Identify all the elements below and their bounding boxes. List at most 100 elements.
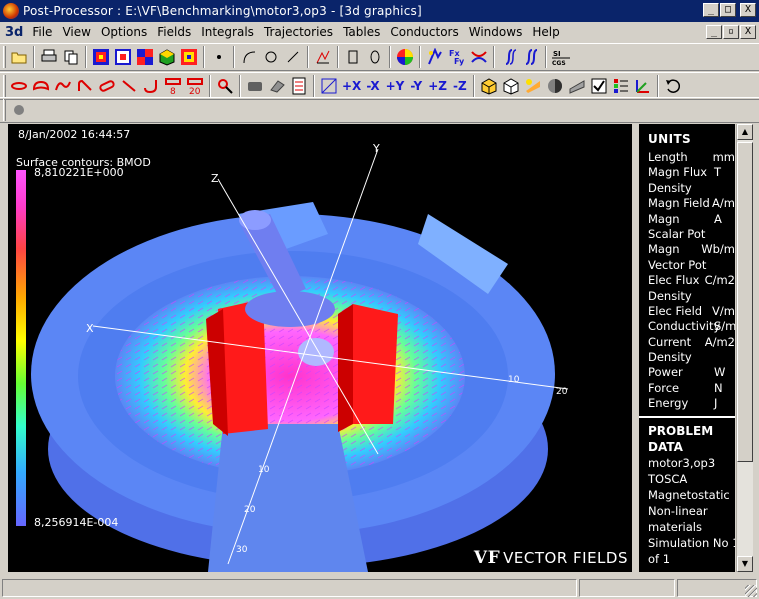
restore-button[interactable]: □ bbox=[720, 3, 736, 17]
view3d-icon[interactable] bbox=[318, 75, 340, 97]
check-icon[interactable] bbox=[588, 75, 610, 97]
unit-value: N bbox=[714, 380, 723, 395]
unit-row: Energy J bbox=[639, 396, 735, 411]
light-icon[interactable] bbox=[522, 75, 544, 97]
scroll-up-button[interactable]: ▲ bbox=[737, 124, 753, 140]
flux-icon[interactable]: Fx Fy bbox=[446, 46, 468, 68]
view-minus-y-button[interactable]: -Y bbox=[407, 75, 425, 97]
view-plus-y-button[interactable]: +Y bbox=[383, 75, 408, 97]
colors-icon[interactable] bbox=[134, 46, 156, 68]
line-red-icon[interactable] bbox=[118, 75, 140, 97]
rotate-icon[interactable] bbox=[662, 75, 684, 97]
mdi-close-button[interactable]: X bbox=[740, 25, 756, 39]
circle-icon[interactable] bbox=[260, 46, 282, 68]
unit-name: Magn bbox=[648, 211, 680, 226]
coil20-icon[interactable]: 20 bbox=[184, 75, 206, 97]
toolbar-grip[interactable] bbox=[3, 46, 6, 68]
graph-icon[interactable] bbox=[312, 46, 334, 68]
palette-icon[interactable] bbox=[178, 46, 200, 68]
resize-grip[interactable] bbox=[745, 585, 757, 597]
coil8-icon[interactable]: 8 bbox=[162, 75, 184, 97]
title-bar: Post-Processor : E:\VF\Benchmarking\moto… bbox=[0, 0, 759, 22]
unit-value: W bbox=[714, 365, 726, 380]
scroll-thumb[interactable] bbox=[737, 142, 753, 462]
toolbar-geometry: 8 20 +X -X +Y -Y +Z -Z bbox=[0, 72, 759, 100]
point-icon[interactable] bbox=[208, 46, 230, 68]
graphics-viewport[interactable]: X Y Z 10 20 30 10 20 8/Jan/2002 16:44:57… bbox=[8, 124, 632, 572]
toolbar-main: Fx Fy SI CGS bbox=[0, 43, 759, 71]
iso-cube-icon[interactable] bbox=[478, 75, 500, 97]
unit-row: Density bbox=[639, 289, 735, 304]
bar-icon[interactable] bbox=[96, 75, 118, 97]
view-minus-x-button[interactable]: -X bbox=[363, 75, 382, 97]
scroll-down-button[interactable]: ▼ bbox=[737, 556, 753, 572]
open-icon[interactable] bbox=[8, 46, 30, 68]
axes-icon[interactable] bbox=[632, 75, 654, 97]
view-plus-x-button[interactable]: +X bbox=[340, 75, 363, 97]
hatch-icon[interactable] bbox=[566, 75, 588, 97]
mdi-minimize-button[interactable]: _ bbox=[706, 25, 722, 39]
toolbar-grip[interactable] bbox=[3, 75, 6, 97]
record-icon[interactable] bbox=[8, 99, 30, 121]
line-icon[interactable] bbox=[282, 46, 304, 68]
motor-model[interactable]: X Y Z 10 20 30 10 20 bbox=[8, 124, 632, 572]
mesh-icon[interactable] bbox=[112, 46, 134, 68]
legend-icon[interactable] bbox=[610, 75, 632, 97]
loop-icon[interactable] bbox=[30, 75, 52, 97]
problem-line: materials bbox=[648, 519, 702, 534]
copy-icon[interactable] bbox=[60, 46, 82, 68]
pick-icon[interactable] bbox=[214, 75, 236, 97]
bend-icon[interactable] bbox=[74, 75, 96, 97]
minimize-button[interactable]: _ bbox=[703, 3, 719, 17]
menu-view[interactable]: View bbox=[57, 25, 95, 39]
hook-icon[interactable] bbox=[140, 75, 162, 97]
unit-name: Density bbox=[648, 350, 692, 365]
double-integral-icon[interactable] bbox=[520, 46, 542, 68]
unit-name: Scalar Pot bbox=[648, 226, 706, 241]
menu-windows[interactable]: Windows bbox=[464, 25, 528, 39]
menu-tables[interactable]: Tables bbox=[338, 25, 385, 39]
unit-name: Density bbox=[648, 180, 692, 195]
curve-icon[interactable] bbox=[52, 75, 74, 97]
list-icon[interactable] bbox=[288, 75, 310, 97]
unit-name: Elec Flux bbox=[648, 273, 700, 288]
menu-help[interactable]: Help bbox=[527, 25, 564, 39]
menu-trajectories[interactable]: Trajectories bbox=[259, 25, 338, 39]
axis-tick-label: 30 bbox=[236, 545, 248, 555]
close-button[interactable]: X bbox=[740, 3, 756, 17]
units-list: Length mm Magn Flux T Density Magn Field A/m Ma… bbox=[639, 150, 735, 412]
contour-icon[interactable] bbox=[90, 46, 112, 68]
mdi-restore-button[interactable]: ▫ bbox=[723, 25, 739, 39]
rectangle-icon[interactable] bbox=[342, 46, 364, 68]
axis-label-z: Z bbox=[211, 172, 219, 185]
mdi-controls: _ ▫ X bbox=[706, 25, 756, 39]
menu-conductors[interactable]: Conductors bbox=[385, 25, 463, 39]
menu-fields[interactable]: Fields bbox=[152, 25, 196, 39]
shaft-top bbox=[239, 210, 271, 230]
shading-icon[interactable] bbox=[544, 75, 566, 97]
panel-divider bbox=[639, 415, 735, 418]
info-panel-scrollbar[interactable]: ▲ ▼ bbox=[736, 124, 753, 572]
units-icon[interactable]: SI CGS bbox=[550, 46, 572, 68]
print-icon[interactable] bbox=[38, 46, 60, 68]
toolbar-grip[interactable] bbox=[3, 99, 6, 121]
view-plus-z-button[interactable]: +Z bbox=[425, 75, 450, 97]
unit-value: J bbox=[714, 396, 718, 411]
menu-integrals[interactable]: Integrals bbox=[196, 25, 259, 39]
link-icon[interactable] bbox=[468, 46, 490, 68]
field-icon[interactable] bbox=[424, 46, 446, 68]
app-icon[interactable] bbox=[3, 3, 19, 19]
eraser-icon[interactable] bbox=[266, 75, 288, 97]
box-icon[interactable] bbox=[244, 75, 266, 97]
ellipse-icon[interactable] bbox=[364, 46, 386, 68]
ellipse-red-icon[interactable] bbox=[8, 75, 30, 97]
cube-icon[interactable] bbox=[156, 46, 178, 68]
wire-cube-icon[interactable] bbox=[500, 75, 522, 97]
menu-options[interactable]: Options bbox=[96, 25, 152, 39]
arc-icon[interactable] bbox=[238, 46, 260, 68]
view-minus-z-button[interactable]: -Z bbox=[450, 75, 470, 97]
integral-icon[interactable] bbox=[498, 46, 520, 68]
document-3d-icon[interactable]: 3d bbox=[5, 25, 23, 40]
color-wheel-icon[interactable] bbox=[394, 46, 416, 68]
menu-file[interactable]: File bbox=[27, 25, 57, 39]
